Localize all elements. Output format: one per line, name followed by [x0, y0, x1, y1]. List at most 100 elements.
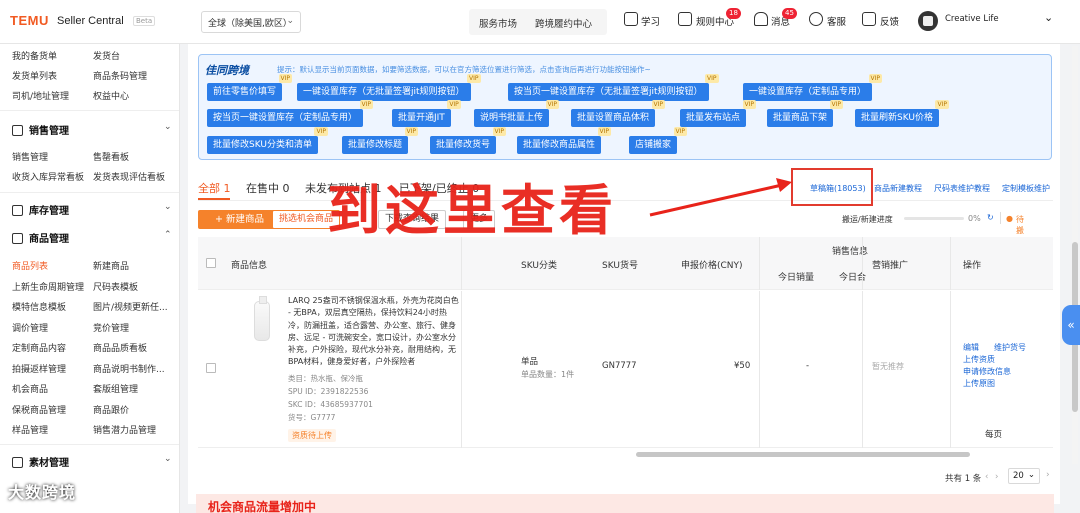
- progress-area: 搬运/新建进度 0% ↻ ● 待搬运0: [842, 212, 1024, 256]
- product-category: 类目：热水瓶、保冷瓶: [288, 374, 363, 383]
- sidebar-item[interactable]: 套版组管理: [93, 382, 138, 395]
- collapse-handle-icon[interactable]: «: [1062, 305, 1080, 345]
- sidebar-item[interactable]: 商品说明书制作...: [93, 362, 165, 375]
- chevron-down-icon[interactable]: ⌄: [164, 454, 172, 464]
- sidebar-item[interactable]: 上新生命周期管理: [12, 280, 84, 293]
- edit-link[interactable]: 编辑: [963, 342, 979, 353]
- sidebar-item[interactable]: 销售管理: [12, 150, 48, 163]
- vertical-scrollbar[interactable]: [1072, 46, 1078, 464]
- plugin-button[interactable]: 前往零售价填写 VIP: [207, 74, 293, 101]
- sidebar-item[interactable]: 拍摄返样管理: [12, 362, 66, 375]
- plugin-button[interactable]: 批量开通JIT VIP: [392, 100, 461, 127]
- plugin-button[interactable]: 批量修改SKU分类和清单 VIP: [207, 127, 328, 154]
- skc-id: SKC ID：43685937701: [288, 400, 373, 409]
- plugin-button[interactable]: 一键设置库存（定制品专用） VIP: [743, 74, 883, 101]
- prev-page-icon[interactable]: ‹: [985, 472, 988, 482]
- chevron-down-icon: ⌄: [286, 16, 294, 26]
- plugin-button[interactable]: 说明书批量上传 VIP: [474, 100, 560, 127]
- size-chart-tutorial-link[interactable]: 尺码表维护教程: [934, 183, 990, 194]
- sidebar-item[interactable]: 发货表现评估看板: [93, 170, 165, 183]
- sidebar-section-goods[interactable]: 商品管理: [12, 230, 69, 245]
- plugin-button[interactable]: 按当页一键设置库存（无批量签署jit规则按钮） VIP: [508, 74, 719, 101]
- sidebar-item[interactable]: 模特信息模板: [12, 300, 66, 313]
- per-page-value: 20: [1013, 471, 1024, 481]
- horizontal-scrollbar[interactable]: [636, 452, 970, 457]
- row-checkbox[interactable]: [206, 363, 216, 373]
- refresh-icon[interactable]: ↻: [987, 213, 994, 222]
- per-page-label: 每页: [985, 430, 1003, 440]
- region-value: 全球（除美国,欧区）: [208, 19, 292, 29]
- sidebar-item[interactable]: 尺码表模板: [93, 280, 138, 293]
- sidebar-item[interactable]: 商品跟价: [93, 403, 129, 416]
- request-modify-link[interactable]: 申请修改信息: [963, 366, 1011, 377]
- next-page-icon[interactable]: ›: [1046, 470, 1050, 480]
- spu-id: SPU ID：2391822536: [288, 387, 369, 396]
- region-select[interactable]: 全球（除美国,欧区） ⌄: [201, 11, 301, 33]
- sidebar-item[interactable]: 竞价管理: [93, 321, 129, 334]
- rules-icon: [678, 12, 692, 26]
- learn-link[interactable]: 学习: [641, 14, 660, 28]
- chevron-down-icon[interactable]: ⌄: [1044, 11, 1053, 24]
- sidebar-item[interactable]: 新建商品: [93, 259, 129, 272]
- product-description[interactable]: LARQ 25盎司不锈钢保温水瓶，外壳为花岗白色 - 无BPA，双层真空隔热，保…: [288, 295, 460, 369]
- sidebar-section-stock[interactable]: 库存管理: [12, 202, 69, 217]
- plugin-button[interactable]: 店铺搬家 VIP: [629, 127, 688, 154]
- maintain-code-link[interactable]: 维护货号: [994, 342, 1026, 353]
- plugin-button[interactable]: 批量发布站点 VIP: [680, 100, 757, 127]
- plugin-button[interactable]: 批量修改商品属性 VIP: [517, 127, 612, 154]
- new-goods-button[interactable]: + 新建商品: [198, 210, 281, 229]
- sidebar-item[interactable]: 样品管理: [12, 423, 48, 436]
- new-goods-tutorial-link[interactable]: 商品新建教程: [874, 183, 922, 194]
- plugin-button[interactable]: 批量修改货号 VIP: [430, 127, 507, 154]
- sidebar-item-goods-list[interactable]: 商品列表: [12, 259, 48, 272]
- plugin-button[interactable]: 批量修改标题 VIP: [342, 127, 419, 154]
- temu-logo[interactable]: TEMU: [10, 13, 49, 28]
- upload-original-link[interactable]: 上传原图: [963, 378, 995, 389]
- sidebar-item[interactable]: 商品条码管理: [93, 69, 147, 82]
- plugin-button[interactable]: 批量设置商品体积 VIP: [571, 100, 666, 127]
- select-all-checkbox[interactable]: [206, 258, 216, 268]
- app-title: Seller Central: [57, 15, 124, 27]
- tab-all[interactable]: 全部 1: [198, 180, 231, 196]
- custom-template-link[interactable]: 定制模板维护: [1002, 183, 1050, 194]
- sidebar-item[interactable]: 图片/视频更新任...: [93, 300, 168, 313]
- feedback-link[interactable]: 反馈: [880, 14, 899, 28]
- per-page-select[interactable]: 20 ⌄: [1008, 468, 1040, 484]
- sidebar-item[interactable]: 保税商品管理: [12, 403, 66, 416]
- avatar[interactable]: [918, 11, 938, 31]
- plugin-button[interactable]: 一键设置库存（无批量签署jit规则按钮） VIP: [297, 74, 481, 101]
- sidebar-item[interactable]: 司机/地址管理: [12, 89, 69, 102]
- user-name[interactable]: Creative Life: [945, 14, 999, 24]
- draft-link[interactable]: 草稿箱(18053): [810, 183, 866, 194]
- col-divider: [862, 237, 863, 290]
- next-page-icon[interactable]: ›: [995, 472, 998, 482]
- sidebar-item[interactable]: 销售潜力品管理: [93, 423, 156, 436]
- plugin-button[interactable]: 批量刷新SKU价格 VIP: [855, 100, 949, 127]
- chevron-down-icon[interactable]: ⌄: [164, 122, 172, 132]
- chevron-down-icon[interactable]: ⌄: [164, 202, 172, 212]
- sidebar-item[interactable]: 调价管理: [12, 321, 48, 334]
- upload-qualification-link[interactable]: 上传资质: [963, 354, 995, 365]
- sidebar-item[interactable]: 机会商品: [12, 382, 48, 395]
- draft-highlight-box[interactable]: 草稿箱(18053): [791, 168, 873, 206]
- chevron-up-icon[interactable]: ⌃: [164, 230, 172, 240]
- sidebar-item[interactable]: 发货台: [93, 49, 120, 62]
- cross-border-link[interactable]: 跨境履约中心: [535, 16, 592, 30]
- sidebar-item[interactable]: 定制商品内容: [12, 341, 66, 354]
- tab-on-sale[interactable]: 在售中 0: [246, 180, 290, 196]
- sidebar-item[interactable]: 我的备货单: [12, 49, 57, 62]
- support-link[interactable]: 客服: [827, 14, 846, 28]
- sidebar-item[interactable]: 售罄看板: [93, 150, 129, 163]
- sidebar-item[interactable]: 商品品质看板: [93, 341, 147, 354]
- promo-banner[interactable]: 机会商品流量增加中: [196, 494, 1054, 513]
- plugin-button[interactable]: 批量商品下架 VIP: [767, 100, 844, 127]
- service-links: 服务市场 跨境履约中心: [469, 9, 607, 35]
- service-market-link[interactable]: 服务市场: [479, 16, 517, 30]
- sidebar-item[interactable]: 发货单列表: [12, 69, 57, 82]
- sidebar-section-sales[interactable]: 销售管理: [12, 122, 69, 137]
- sidebar-item[interactable]: 权益中心: [93, 89, 129, 102]
- sidebar-section-material[interactable]: 素材管理: [12, 454, 69, 469]
- sidebar-item[interactable]: 收货入库异常看板: [12, 170, 84, 183]
- plugin-button[interactable]: 按当页一键设置库存（定制品专用） VIP: [207, 100, 374, 127]
- product-thumbnail[interactable]: [254, 296, 270, 341]
